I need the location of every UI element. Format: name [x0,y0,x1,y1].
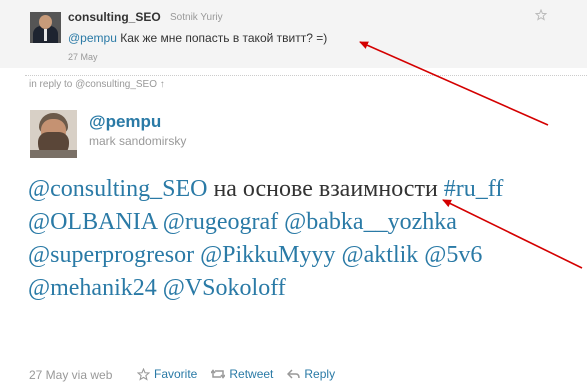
tweet-meta[interactable]: 27 May via web [29,368,112,382]
tweet-link[interactable]: @superprogresor [28,242,194,268]
reply-label: Reply [304,367,336,381]
favorite-label: Favorite [154,367,198,381]
reply-to-date[interactable]: 27 May [68,52,98,62]
retweet-label: Retweet [229,367,274,381]
reply-to-tweet: consulting_SEO Sotnik Yuriy @pempu Как ж… [0,0,587,68]
tweet-fullname: mark sandomirsky [89,134,187,148]
tweet-link[interactable]: @OLBANIA [28,209,157,235]
reply-icon [287,369,301,379]
tweet-link[interactable]: @babka__yozhka [284,209,457,235]
reply-to-fullname: Sotnik Yuriy [170,12,223,23]
tweet-actions: Favorite Retweet Reply [137,367,335,381]
in-reply-to-link[interactable]: in reply to @consulting_SEO ↑ [29,79,165,90]
avatar-pempu[interactable] [30,110,77,158]
retweet-button[interactable]: Retweet [211,367,273,381]
favorite-button[interactable]: Favorite [137,367,197,381]
tweet-link[interactable]: @rugeograf [163,209,278,235]
tweet-link[interactable]: @VSokoloff [163,275,286,301]
tweet-username[interactable]: @pempu [89,112,161,132]
tweet-link[interactable]: @PikkuMyyy [200,242,335,268]
tweet-text-segment: на основе взаимности [213,176,438,202]
avatar-consulting-seo[interactable] [30,12,61,43]
retweet-icon [211,369,226,379]
reply-to-mention-link[interactable]: @pempu [68,31,117,45]
tweet-link[interactable]: @5v6 [424,242,482,268]
tweet-link[interactable]: #ru_ff [444,176,504,202]
divider [25,75,587,76]
tweet-link[interactable]: @consulting_SEO [28,176,207,202]
tweet-text: @consulting_SEO на основе взаимности #ru… [28,173,568,305]
reply-to-text: @pempu Как же мне попасть в такой твитт?… [68,31,327,45]
reply-to-username[interactable]: consulting_SEO [68,10,161,24]
reply-button[interactable]: Reply [287,367,335,381]
reply-to-message: Как же мне попасть в такой твитт? =) [120,31,328,45]
tweet-link[interactable]: @aktlik [342,242,419,268]
tweet-link[interactable]: @mehanik24 [28,275,157,301]
star-icon [137,367,150,381]
favorite-star-icon[interactable] [535,9,547,21]
